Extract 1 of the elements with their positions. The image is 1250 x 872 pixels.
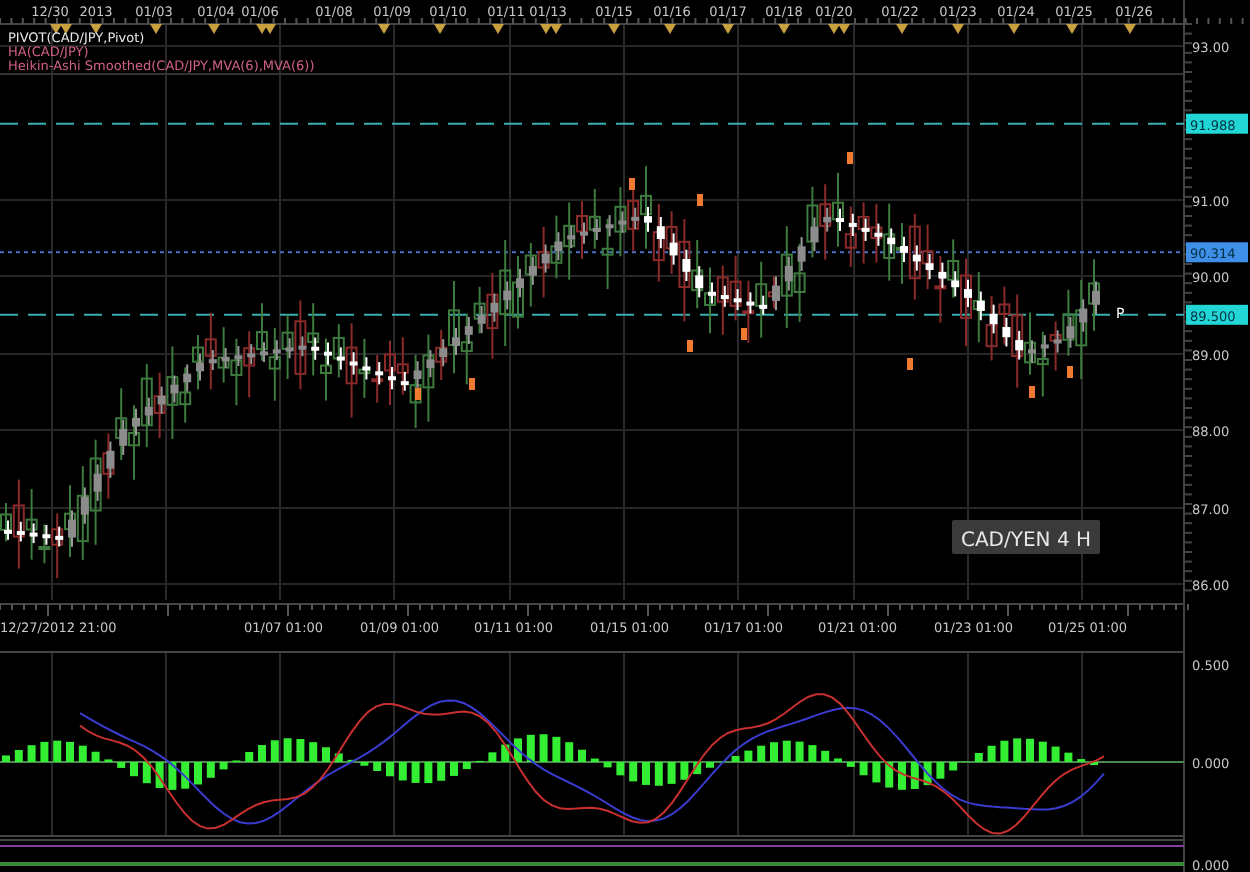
chart-label: CAD/YEN 4 H [952, 520, 1100, 554]
